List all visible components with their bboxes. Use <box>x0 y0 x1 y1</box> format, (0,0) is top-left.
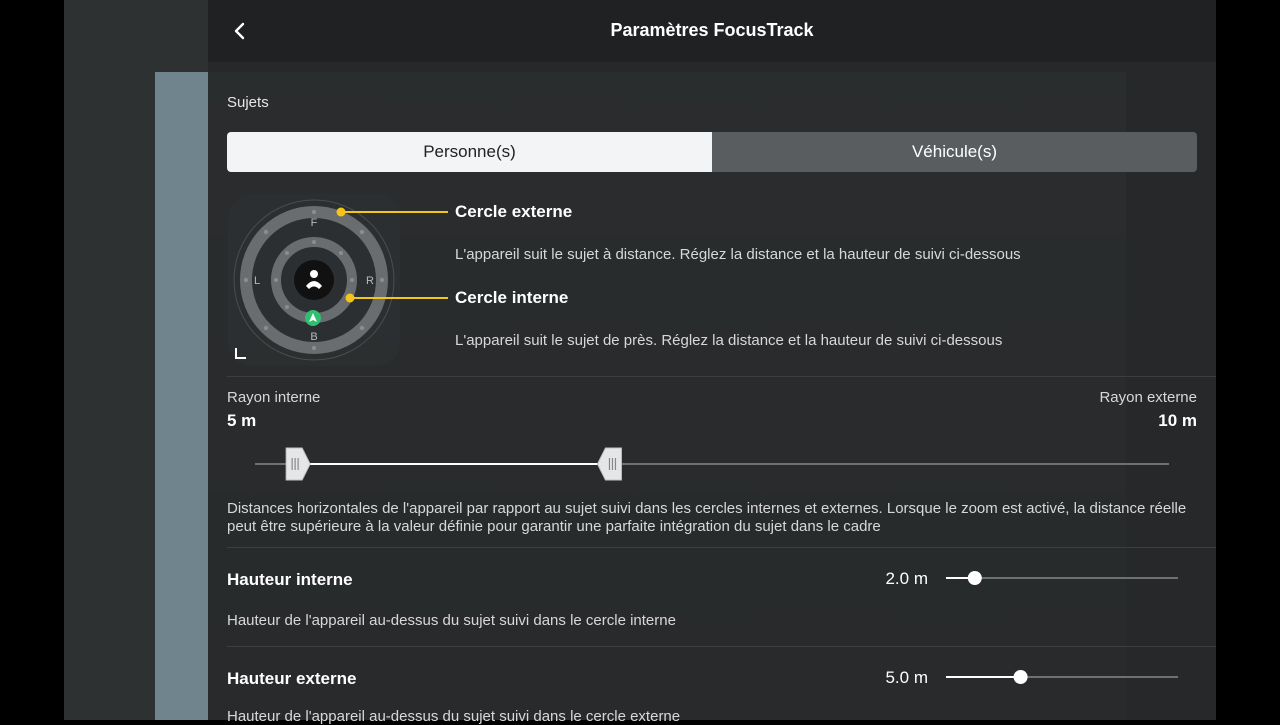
outer-height-slider[interactable] <box>946 665 1178 689</box>
radar-front-label: F <box>311 217 318 229</box>
inner-height-slider[interactable] <box>946 566 1178 590</box>
outer-circle-title: Cercle externe <box>455 202 573 221</box>
divider <box>227 547 1216 548</box>
outer-circle-description: L'appareil suit le sujet à distance. Rég… <box>455 246 1021 263</box>
inner-circle-description: L'appareil suit le sujet de près. Réglez… <box>455 332 1003 349</box>
inner-height-description: Hauteur de l'appareil au-dessus du sujet… <box>227 612 676 629</box>
inner-height-handle[interactable] <box>967 571 982 585</box>
outer-radius-handle[interactable] <box>596 447 622 481</box>
radar-back-label: B <box>310 331 317 343</box>
radar-right-label: R <box>366 275 374 287</box>
radius-description: Distances horizontales de l'appareil par… <box>227 500 1187 535</box>
outer-height-description: Hauteur de l'appareil au-dessus du sujet… <box>227 708 681 725</box>
outer-height-title: Hauteur externe <box>227 669 357 688</box>
inner-radius-handle[interactable] <box>285 447 311 481</box>
subject-segmented-control: Personne(s) Véhicule(s) <box>227 132 1197 172</box>
divider <box>227 376 1216 377</box>
divider <box>227 646 1216 647</box>
tab-vehicles[interactable]: Véhicule(s) <box>712 132 1197 172</box>
map-preview <box>155 72 215 720</box>
inner-height-title: Hauteur interne <box>227 570 353 589</box>
settings-panel: Sujets Personne(s) Véhicule(s) F B L R C… <box>208 62 1216 725</box>
outer-radius-label: Rayon externe <box>1099 389 1197 406</box>
inner-height-value: 2.0 m <box>885 569 928 588</box>
inner-radius-value: 5 m <box>227 411 257 430</box>
subjects-label: Sujets <box>227 94 269 111</box>
outer-radius-value: 10 m <box>1158 411 1197 430</box>
header-bar: Paramètres FocusTrack <box>208 0 1216 63</box>
tracking-circles-diagram: F B L R <box>228 194 400 366</box>
tab-persons[interactable]: Personne(s) <box>227 132 712 172</box>
outer-height-handle[interactable] <box>1013 670 1028 684</box>
outer-height-value: 5.0 m <box>885 668 928 687</box>
inner-circle-marker <box>345 293 355 303</box>
radar-left-label: L <box>254 275 260 287</box>
outer-circle-marker <box>336 207 346 217</box>
page-title: Paramètres FocusTrack <box>610 20 814 40</box>
inner-radius-label: Rayon interne <box>227 389 321 406</box>
radius-range-slider[interactable] <box>255 444 1169 484</box>
inner-circle-title: Cercle interne <box>455 288 569 307</box>
